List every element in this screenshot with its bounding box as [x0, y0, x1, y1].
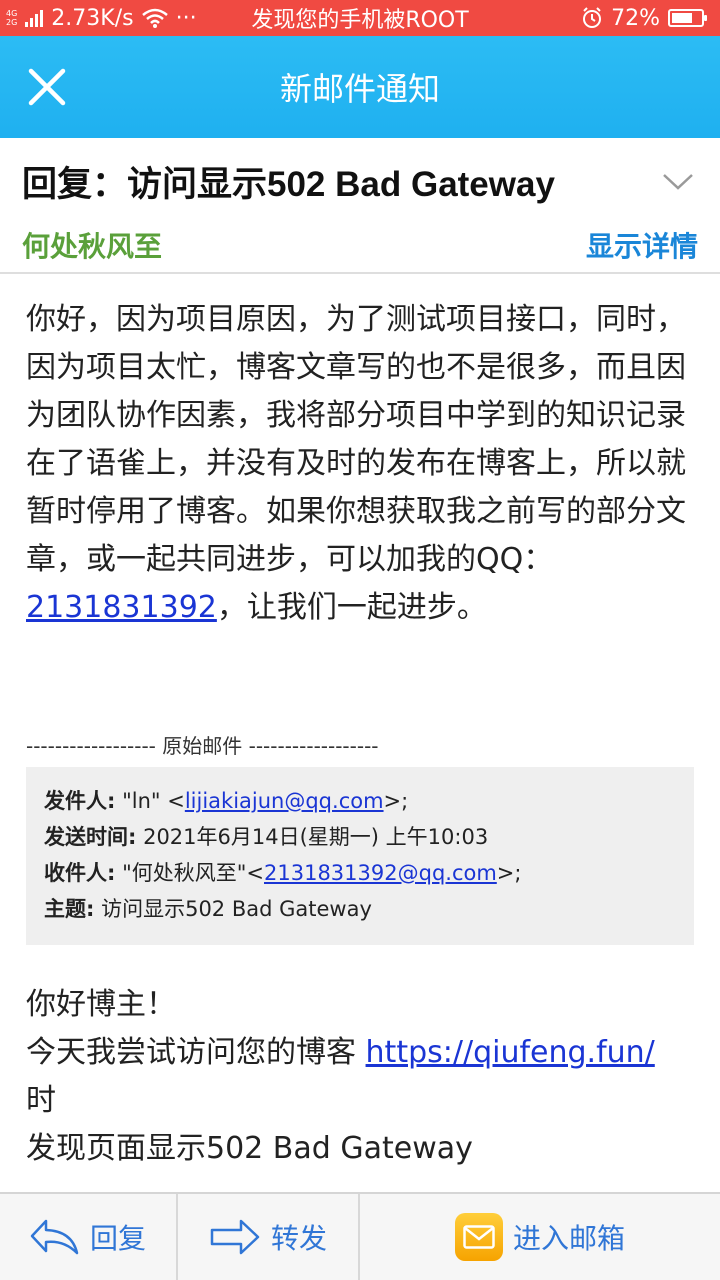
chevron-down-icon[interactable]: [658, 161, 698, 201]
open-mailbox-label: 进入邮箱: [512, 1222, 625, 1255]
greeting-line: 你好博主！: [26, 987, 176, 1022]
bottom-action-bar: 回复 转发 进入邮箱: [0, 1192, 720, 1280]
blog-line-post: 时: [26, 1083, 56, 1118]
to-email-link[interactable]: 2131831392@qq.com: [264, 861, 497, 885]
subject-row: 回复：访问显示502 Bad Gateway: [0, 138, 720, 224]
original-to-row: 收件人: "何处秋风至"<2131831392@qq.com>;: [44, 855, 676, 891]
forward-arrow-icon: [210, 1219, 260, 1255]
open-mailbox-button[interactable]: 进入邮箱: [360, 1194, 720, 1280]
from-email-link[interactable]: lijiakiajun@qq.com: [185, 789, 384, 813]
reply-body-text: 你好，因为项目原因，为了测试项目接口，同时，因为项目太忙，博客文章写的也不是很多…: [26, 302, 686, 577]
subject-label: 主题:: [44, 897, 95, 921]
sender-name[interactable]: 何处秋风至: [22, 225, 162, 265]
more-dots: ···: [175, 5, 197, 31]
to-label: 收件人:: [44, 861, 116, 885]
mail-envelope-icon: [454, 1213, 503, 1261]
email-content[interactable]: 你好，因为项目原因，为了测试项目接口，同时，因为项目太忙，博客文章写的也不是很多…: [0, 274, 720, 1192]
network-4g-label: 4G: [6, 9, 18, 18]
date-value: 2021年6月14日(星期一) 上午10:03: [136, 825, 489, 849]
reply-body: 你好，因为项目原因，为了测试项目接口，同时，因为项目太忙，博客文章写的也不是很多…: [26, 296, 694, 632]
reply-body-end: ，让我们一起进步。: [216, 590, 487, 625]
original-date-row: 发送时间: 2021年6月14日(星期一) 上午10:03: [44, 819, 676, 855]
email-subject: 回复：访问显示502 Bad Gateway: [22, 164, 555, 204]
status-right: 72%: [581, 5, 707, 31]
page-title: 新邮件通知: [279, 70, 440, 108]
reply-label: 回复: [89, 1222, 146, 1255]
network-type: 4G 2G: [6, 9, 17, 27]
date-label: 发送时间:: [44, 825, 137, 849]
sender-row: 何处秋风至 显示详情: [0, 218, 720, 274]
close-icon[interactable]: [22, 62, 72, 112]
battery-percent: 72%: [611, 5, 660, 31]
show-details-link[interactable]: 显示详情: [586, 225, 698, 265]
title-bar: 新邮件通知: [0, 36, 720, 138]
original-from-row: 发件人: "ln" <lijiakiajun@qq.com>;: [44, 783, 676, 819]
subject-value: 访问显示502 Bad Gateway: [94, 897, 372, 921]
from-name: "ln" <: [115, 789, 185, 813]
blog-line-pre: 今天我尝试访问您的博客: [26, 1035, 366, 1070]
wifi-icon: [141, 8, 168, 28]
status-bar: 4G 2G 2.73K/s ··· 发现您的手机被ROOT 72%: [0, 0, 720, 36]
forward-label: 转发: [270, 1222, 327, 1255]
to-end: >;: [496, 861, 522, 885]
alarm-icon: [583, 7, 602, 28]
status-left: 4G 2G 2.73K/s ···: [6, 6, 197, 31]
reply-arrow-icon: [30, 1219, 79, 1255]
original-mail-box: 发件人: "ln" <lijiakiajun@qq.com>; 发送时间: 20…: [26, 767, 694, 945]
original-subject-row: 主题: 访问显示502 Bad Gateway: [44, 891, 676, 927]
reply-button[interactable]: 回复: [0, 1194, 178, 1280]
battery-icon: [668, 9, 707, 27]
blog-line: 今天我尝试访问您的博客 https://qiufeng.fun/ 时: [26, 1029, 694, 1125]
qq-link[interactable]: 2131831392: [26, 590, 217, 625]
original-body: 你好博主！ 今天我尝试访问您的博客 https://qiufeng.fun/ 时…: [26, 981, 694, 1173]
network-speed: 2.73K/s: [51, 5, 134, 31]
forward-button[interactable]: 转发: [178, 1194, 360, 1280]
error-line: 发现页面显示502 Bad Gateway: [26, 1131, 473, 1166]
original-mail-divider: ------------------ 原始邮件 ----------------…: [26, 734, 379, 758]
to-name: "何处秋风至"<: [115, 861, 264, 885]
network-2g-label: 2G: [6, 18, 18, 27]
blog-link[interactable]: https://qiufeng.fun/: [366, 1035, 655, 1070]
from-label: 发件人:: [44, 789, 116, 813]
signal-icon: [25, 9, 44, 27]
from-end: >;: [383, 789, 409, 813]
